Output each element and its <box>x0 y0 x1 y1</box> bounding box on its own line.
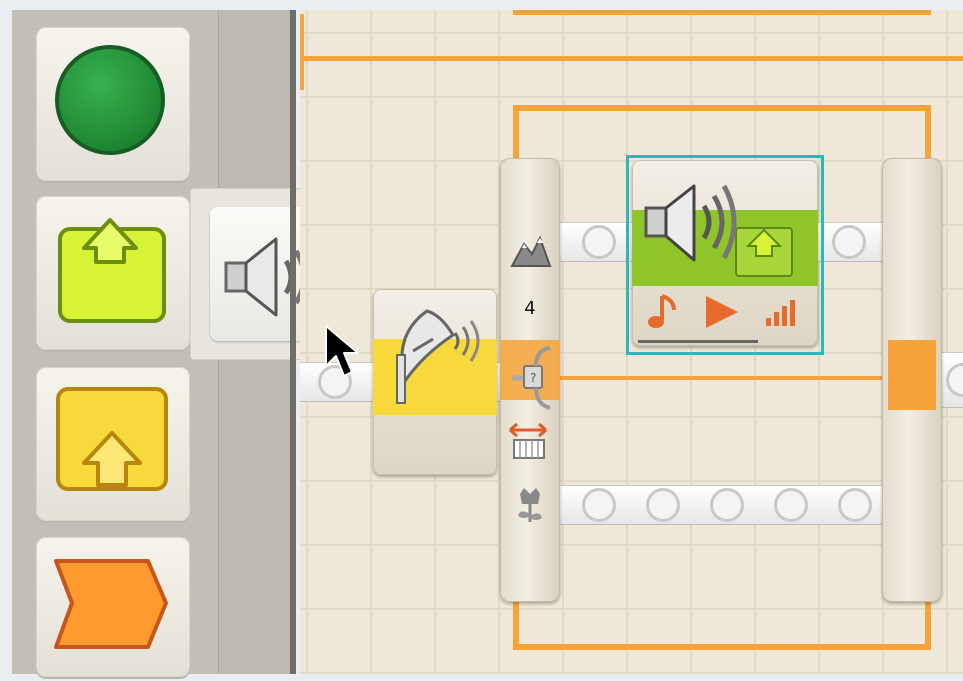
sequence-beam-upper-left <box>560 222 632 262</box>
left-sequence-line <box>300 14 304 90</box>
beam-ring <box>838 488 872 522</box>
play-icon <box>706 296 738 328</box>
sound-block[interactable] <box>632 160 818 346</box>
switch-bottom-line <box>513 644 931 650</box>
note-icon <box>648 294 676 328</box>
switch-top-line <box>513 105 931 111</box>
satellite-dish-icon <box>396 309 480 404</box>
palette-item-flow[interactable] <box>36 537 190 677</box>
beam-ring <box>832 225 866 259</box>
palette-item-sensor[interactable] <box>36 367 190 521</box>
beam-ring <box>774 488 808 522</box>
beam-ring <box>710 488 744 522</box>
nxt-programming-workspace: 4 ? <box>0 0 963 677</box>
branch-icon: ? <box>512 346 551 410</box>
receive-message-block[interactable] <box>373 289 497 475</box>
green-circle-icon <box>55 45 165 155</box>
flower-icon <box>518 488 542 522</box>
switch-exit-port <box>888 340 936 410</box>
switch-right-post[interactable] <box>882 158 942 602</box>
beam-ring <box>582 488 616 522</box>
mouse-cursor-icon <box>325 325 359 377</box>
switch-case-value: 4 <box>524 298 536 319</box>
svg-text:?: ? <box>530 371 536 385</box>
switch-top-right-line <box>925 105 931 165</box>
beam-ring <box>646 488 680 522</box>
upper-sequence-line <box>300 56 963 61</box>
mountains-icon <box>510 235 552 267</box>
speaker-icon <box>644 184 737 262</box>
top-sequence-line <box>513 10 931 15</box>
sequence-beam-lower <box>560 485 884 525</box>
switch-bottom-left-line <box>513 600 519 648</box>
palette-item-common[interactable] <box>36 27 190 181</box>
switch-top-left-line <box>513 105 519 165</box>
beam-ring <box>946 363 963 397</box>
orange-chevron-icon <box>54 559 168 649</box>
palette-border <box>290 10 296 674</box>
switch-middle-line <box>555 376 885 380</box>
switch-bottom-right-line <box>925 600 931 648</box>
beam-ring <box>582 225 616 259</box>
block-progress-line <box>638 340 758 343</box>
arrow-width-icon <box>509 422 547 459</box>
yellow-upload-box-icon <box>56 387 168 491</box>
sequence-beam-upper-right <box>818 222 884 262</box>
lime-upload-box-icon <box>58 218 166 323</box>
palette-item-action[interactable] <box>36 196 190 350</box>
volume-bars-icon <box>766 300 795 326</box>
